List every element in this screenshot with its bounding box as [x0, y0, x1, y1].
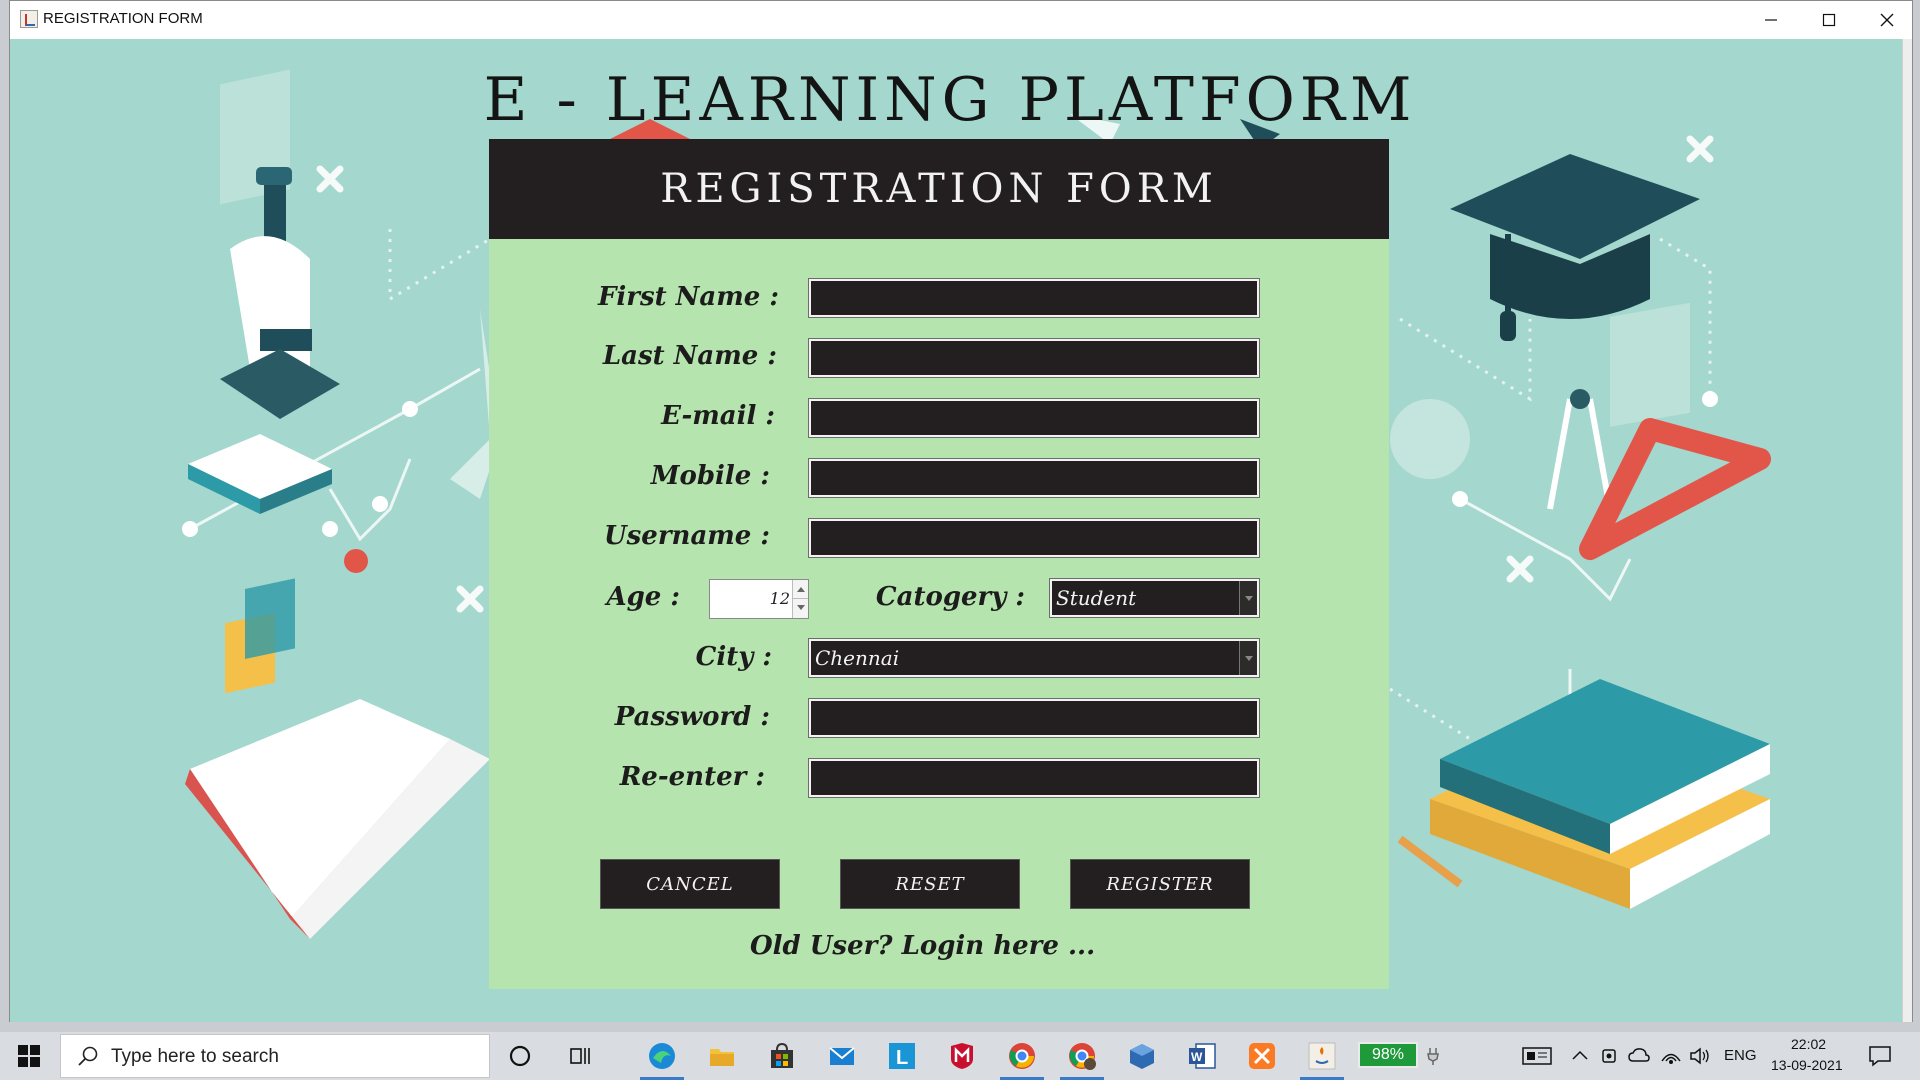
last-name-field[interactable] — [808, 338, 1260, 378]
reenter-password-field[interactable] — [808, 758, 1260, 798]
category-selected-value: Student — [1056, 586, 1137, 610]
last-name-label: Last Name : — [602, 341, 777, 371]
mail-icon[interactable] — [825, 1039, 859, 1073]
clock-time[interactable]: 22:02 — [1791, 1036, 1826, 1052]
learning-app-icon[interactable]: L — [885, 1039, 919, 1073]
title-bar[interactable]: REGISTRATION FORM — [10, 1, 1912, 39]
window-content: E - LEARNING PLATFORM REGISTRATION FORM … — [10, 39, 1912, 1022]
minimize-button[interactable] — [1742, 1, 1800, 39]
chrome-profile-icon[interactable] — [1065, 1039, 1099, 1073]
news-widget-icon[interactable] — [1522, 1046, 1552, 1066]
svg-text:W: W — [1191, 1050, 1203, 1064]
taskbar: Type here to search L W 98% ENG 22:02 13… — [0, 1032, 1920, 1080]
start-button[interactable] — [0, 1032, 58, 1080]
chevron-up-icon[interactable] — [1572, 1049, 1588, 1061]
edge-browser-icon[interactable] — [645, 1039, 679, 1073]
window-title: REGISTRATION FORM — [43, 10, 203, 27]
task-view-icon[interactable] — [563, 1039, 597, 1073]
volume-icon[interactable] — [1689, 1046, 1711, 1066]
maximize-button[interactable] — [1800, 1, 1858, 39]
maximize-icon — [1822, 13, 1836, 27]
platform-heading: E - LEARNING PLATFORM — [483, 65, 1417, 135]
username-field[interactable] — [808, 518, 1260, 558]
chrome-icon[interactable] — [1005, 1039, 1039, 1073]
age-spinner[interactable]: 12 — [709, 579, 809, 619]
microsoft-store-icon[interactable] — [765, 1039, 799, 1073]
spinner-up-arrow-icon[interactable] — [792, 580, 808, 599]
chevron-down-icon[interactable] — [1239, 641, 1257, 675]
reset-button[interactable]: RESET — [840, 859, 1020, 909]
windows-logo-icon — [18, 1045, 40, 1067]
search-placeholder: Type here to search — [111, 1046, 279, 1067]
onedrive-cloud-icon[interactable] — [1628, 1047, 1650, 1063]
app-window: REGISTRATION FORM E - LEARNING PLATFORM … — [9, 0, 1913, 1022]
password-field[interactable] — [808, 698, 1260, 738]
vertical-scrollbar[interactable] — [1902, 39, 1912, 1022]
username-label: Username : — [603, 521, 770, 551]
first-name-field[interactable] — [808, 278, 1260, 318]
spinner-down-arrow-icon[interactable] — [792, 599, 808, 618]
mobile-label: Mobile : — [650, 461, 770, 491]
notifications-icon[interactable] — [1868, 1045, 1892, 1067]
first-name-label: First Name : — [597, 282, 779, 312]
email-label: E-mail : — [661, 401, 775, 431]
close-button[interactable] — [1858, 1, 1916, 39]
category-dropdown[interactable]: Student — [1049, 578, 1260, 618]
form-title: REGISTRATION FORM — [660, 166, 1218, 212]
java-app-icon — [20, 10, 38, 28]
word-icon[interactable]: W — [1185, 1039, 1219, 1073]
search-icon — [78, 1046, 98, 1066]
close-icon — [1880, 13, 1894, 27]
svg-text:L: L — [896, 1047, 908, 1069]
password-label: Password : — [614, 702, 770, 732]
clock-date[interactable]: 13-09-2021 — [1771, 1057, 1843, 1073]
email-field[interactable] — [808, 398, 1260, 438]
city-label: City : — [695, 642, 772, 672]
cortana-icon[interactable] — [503, 1039, 537, 1073]
taskbar-search-box[interactable]: Type here to search — [60, 1034, 490, 1078]
register-button[interactable]: REGISTER — [1070, 859, 1250, 909]
language-indicator[interactable]: ENG — [1724, 1047, 1757, 1064]
power-plug-icon — [1427, 1048, 1439, 1065]
chevron-down-icon[interactable] — [1239, 581, 1257, 615]
cancel-button[interactable]: CANCEL — [600, 859, 780, 909]
file-explorer-icon[interactable] — [705, 1039, 739, 1073]
form-header: REGISTRATION FORM — [489, 139, 1389, 239]
mcafee-icon[interactable] — [945, 1039, 979, 1073]
virtualbox-icon[interactable] — [1125, 1039, 1159, 1073]
mobile-field[interactable] — [808, 458, 1260, 498]
meet-now-icon[interactable] — [1601, 1046, 1617, 1066]
reenter-label: Re-enter : — [619, 762, 765, 792]
battery-indicator[interactable]: 98% — [1358, 1042, 1418, 1068]
minimize-icon — [1765, 19, 1777, 21]
age-value: 12 — [769, 589, 790, 608]
city-dropdown[interactable]: Chennai — [808, 638, 1260, 678]
xampp-icon[interactable] — [1245, 1039, 1279, 1073]
wifi-icon[interactable] — [1660, 1046, 1682, 1066]
category-label: Catogery : — [875, 582, 1025, 612]
age-label: Age : — [606, 582, 680, 612]
city-selected-value: Chennai — [815, 646, 900, 670]
java-icon[interactable] — [1305, 1039, 1339, 1073]
login-link[interactable]: Old User? Login here ... — [750, 931, 1095, 961]
